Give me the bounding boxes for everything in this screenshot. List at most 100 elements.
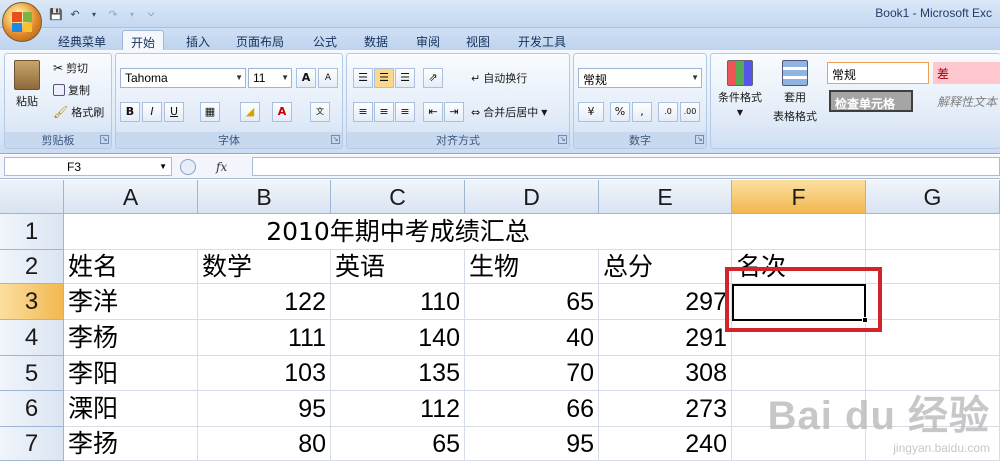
row-header-6[interactable]: 6	[0, 391, 64, 427]
column-header-e[interactable]: E	[599, 180, 732, 214]
column-header-b[interactable]: B	[198, 180, 331, 214]
english-cell[interactable]: 65	[331, 427, 465, 461]
font-color-icon[interactable]: A	[272, 102, 292, 122]
style-normal[interactable]: 常规	[827, 62, 929, 84]
paste-button[interactable]: 粘贴	[11, 60, 43, 109]
align-bottom-icon[interactable]: ☰	[395, 68, 415, 88]
redo-icon[interactable]: ↷	[105, 6, 121, 22]
math-cell[interactable]: 122	[198, 284, 331, 320]
phonetic-icon[interactable]: 文	[310, 102, 330, 122]
style-explanatory[interactable]: 解释性文本	[933, 90, 1000, 112]
currency-icon[interactable]: ¥	[578, 102, 604, 122]
column-header-f[interactable]: F	[732, 180, 866, 214]
total-cell[interactable]: 297	[599, 284, 732, 320]
total-cell[interactable]: 291	[599, 320, 732, 356]
english-cell[interactable]: 110	[331, 284, 465, 320]
tab-formulas[interactable]: 公式	[305, 30, 345, 50]
name-cell[interactable]: 李阳	[64, 356, 198, 391]
customize-qat-icon[interactable]: ⌵	[143, 6, 159, 22]
biology-cell[interactable]: 40	[465, 320, 599, 356]
bold-button[interactable]: B	[120, 102, 140, 122]
tab-developer[interactable]: 开发工具	[510, 30, 574, 50]
english-cell[interactable]: 135	[331, 356, 465, 391]
name-cell[interactable]: 李扬	[64, 427, 198, 461]
tab-page-layout[interactable]: 页面布局	[228, 30, 292, 50]
dialog-launcher-icon[interactable]: ↘	[331, 135, 340, 144]
english-cell[interactable]: 112	[331, 391, 465, 427]
header-cell[interactable]: 总分	[599, 250, 732, 284]
column-header-g[interactable]: G	[866, 180, 1000, 214]
row-header-7[interactable]: 7	[0, 427, 64, 461]
cell-g2[interactable]	[866, 250, 1000, 284]
increase-decimal-icon[interactable]: .0	[658, 102, 678, 122]
align-left-icon[interactable]: ≡	[353, 102, 373, 122]
save-icon[interactable]: 💾	[48, 6, 64, 22]
total-cell[interactable]: 240	[599, 427, 732, 461]
dialog-launcher-icon[interactable]: ↘	[558, 135, 567, 144]
cell-f1[interactable]	[732, 214, 866, 250]
total-cell[interactable]: 308	[599, 356, 732, 391]
italic-button[interactable]: I	[142, 102, 162, 122]
select-all-corner[interactable]	[0, 180, 64, 214]
align-middle-icon[interactable]: ☰	[374, 68, 394, 88]
name-cell[interactable]: 李洋	[64, 284, 198, 320]
biology-cell[interactable]: 66	[465, 391, 599, 427]
borders-icon[interactable]: ▦	[200, 102, 220, 122]
row-header-2[interactable]: 2	[0, 250, 64, 284]
math-cell[interactable]: 103	[198, 356, 331, 391]
align-top-icon[interactable]: ☰	[353, 68, 373, 88]
redo-dropdown-icon[interactable]: ▾	[124, 6, 140, 22]
dialog-launcher-icon[interactable]: ↘	[100, 135, 109, 144]
undo-dropdown-icon[interactable]: ▾	[86, 6, 102, 22]
column-header-a[interactable]: A	[64, 180, 198, 214]
cancel-circle-icon[interactable]	[180, 158, 196, 175]
cell-g4[interactable]	[866, 320, 1000, 356]
shrink-font-button[interactable]: A	[318, 68, 338, 88]
header-cell[interactable]: 数学	[198, 250, 331, 284]
wrap-text-button[interactable]: ↵ 自动换行	[471, 70, 527, 86]
format-painter-button[interactable]: 🖌 格式刷	[53, 104, 104, 120]
comma-button[interactable]: ,	[632, 102, 652, 122]
office-button[interactable]	[2, 2, 42, 42]
align-center-icon[interactable]: ≡	[374, 102, 394, 122]
style-bad[interactable]: 差	[933, 62, 1000, 84]
biology-cell[interactable]: 95	[465, 427, 599, 461]
math-cell[interactable]: 95	[198, 391, 331, 427]
underline-button[interactable]: U	[164, 102, 184, 122]
decrease-indent-icon[interactable]: ⇤	[423, 102, 443, 122]
cell-g1[interactable]	[866, 214, 1000, 250]
name-cell[interactable]: 溧阳	[64, 391, 198, 427]
increase-indent-icon[interactable]: ⇥	[444, 102, 464, 122]
align-right-icon[interactable]: ≡	[395, 102, 415, 122]
biology-cell[interactable]: 65	[465, 284, 599, 320]
math-cell[interactable]: 111	[198, 320, 331, 356]
biology-cell[interactable]: 70	[465, 356, 599, 391]
total-cell[interactable]: 273	[599, 391, 732, 427]
percent-button[interactable]: %	[610, 102, 630, 122]
row-header-3[interactable]: 3	[0, 284, 64, 320]
name-box[interactable]: F3 ▼	[4, 157, 172, 176]
number-format-select[interactable]: 常规 ▼	[578, 68, 702, 88]
english-cell[interactable]: 140	[331, 320, 465, 356]
cell-g3[interactable]	[866, 284, 1000, 320]
orientation-icon[interactable]: ⇗	[423, 68, 443, 88]
column-header-d[interactable]: D	[465, 180, 599, 214]
style-check-cell[interactable]: 检查单元格	[829, 90, 913, 112]
decrease-decimal-icon[interactable]: .00	[680, 102, 700, 122]
undo-icon[interactable]: ↶	[67, 6, 83, 22]
dialog-launcher-icon[interactable]: ↘	[695, 135, 704, 144]
conditional-format-button[interactable]: 条件格式 ▼	[715, 60, 765, 117]
tab-classic-menu[interactable]: 经典菜单	[50, 30, 114, 50]
tab-insert[interactable]: 插入	[178, 30, 218, 50]
cut-button[interactable]: ✂ 剪切	[53, 60, 88, 76]
header-cell[interactable]: 生物	[465, 250, 599, 284]
font-name-select[interactable]: Tahoma ▼	[120, 68, 246, 88]
row-header-4[interactable]: 4	[0, 320, 64, 356]
fill-color-icon[interactable]: ◢	[240, 102, 260, 122]
grow-font-button[interactable]: A	[296, 68, 316, 88]
tab-home[interactable]: 开始	[122, 30, 165, 50]
header-cell[interactable]: 姓名	[64, 250, 198, 284]
row-header-5[interactable]: 5	[0, 356, 64, 391]
formula-input[interactable]	[252, 157, 1000, 176]
math-cell[interactable]: 80	[198, 427, 331, 461]
